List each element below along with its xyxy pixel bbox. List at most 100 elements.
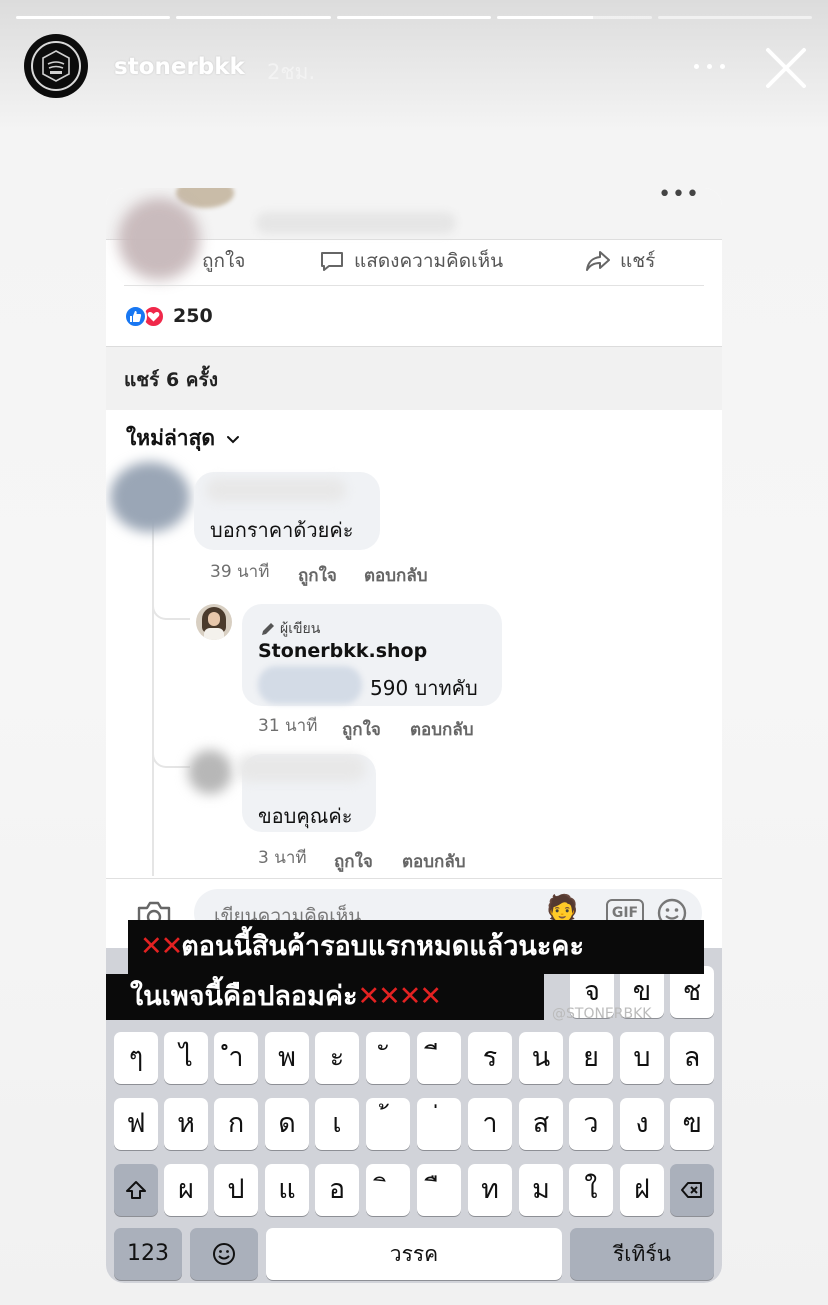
story-caption-line-2: ในเพจนี้คือปลอมค่ะ✕✕✕✕ [106,974,544,1020]
author-badge: ผู้เขียน [260,618,320,640]
author-avatar [196,604,232,640]
thumbs-up-icon [124,304,147,328]
share-button[interactable]: แชร์ [584,246,655,276]
comment-icon [321,252,343,271]
key[interactable]: เ [315,1098,359,1150]
thread-line [152,718,190,768]
post-more-icon[interactable]: ••• [658,188,700,207]
story-caption-line-1: ✕✕ตอนนี้สินค้ารอบแรกหมดแล้วนะคะ [128,920,704,974]
key[interactable]: ื [417,1164,461,1216]
thread-line [152,504,154,876]
key[interactable]: ั [366,1032,410,1084]
share-label: แชร์ [620,250,656,272]
key[interactable]: ิ [366,1164,410,1216]
comment-reply-link[interactable]: ตอบกลับ [402,848,466,875]
story-header: stonerbkk 2ชม. [24,34,808,100]
logo-icon [31,41,81,91]
key[interactable]: ี [417,1032,461,1084]
comment-button[interactable]: แสดงความคิดเห็น [318,246,503,276]
key[interactable]: แ [265,1164,309,1216]
story-progress-segment [16,16,171,19]
red-x-marks: ✕✕✕✕ [357,981,441,1012]
comment-text: บอกราคาด้วยค่ะ [210,518,354,542]
key[interactable]: ท [468,1164,512,1216]
key[interactable]: า [468,1098,512,1150]
key[interactable]: ส [519,1098,563,1150]
post-author-avatar [176,188,234,208]
blurred-avatar [118,198,200,280]
key[interactable]: ่ [417,1098,461,1150]
shared-screenshot: ••• ถูกใจ แสดงความคิดเห็น แชร์ 250 แชร์ … [106,188,722,1283]
key[interactable]: ก [214,1098,258,1150]
key[interactable]: ห [164,1098,208,1150]
commenter-avatar [110,462,190,532]
key[interactable]: ว [569,1098,613,1150]
key[interactable]: น [519,1032,563,1084]
comment-like-link[interactable]: ถูกใจ [334,848,373,875]
story-username[interactable]: stonerbkk [114,54,245,80]
key[interactable]: ล [670,1032,714,1084]
caption-text: ในเพจนี้คือปลอมค่ะ [130,981,358,1012]
comment-reply-link[interactable]: ตอบกลับ [410,716,474,743]
emoji-key[interactable] [190,1228,258,1280]
key[interactable]: ะ [315,1032,359,1084]
red-x-marks: ✕✕ [140,931,183,962]
comment-text: 590 บาทคับ [370,676,478,700]
reaction-summary[interactable]: 250 [124,300,213,332]
key[interactable]: ไ [164,1032,208,1084]
key[interactable]: อ [315,1164,359,1216]
story-progress-segment [336,16,492,19]
key[interactable]: ใ [569,1164,613,1216]
comment-sort-dropdown[interactable]: ใหม่ล่าสุด [126,422,241,455]
more-options-icon[interactable] [692,50,728,80]
key[interactable]: ำ [214,1032,258,1084]
key[interactable]: ฃ [670,1098,714,1150]
emoji-icon [213,1243,235,1265]
close-icon[interactable] [764,46,808,90]
like-button[interactable]: ถูกใจ [202,246,245,276]
space-key[interactable]: วรรค [266,1228,562,1280]
key[interactable]: ฝ [620,1164,664,1216]
key[interactable]: ้ [366,1098,410,1150]
shift-icon [126,1181,146,1199]
story-progress-segment [176,16,331,19]
story-progress-segment [497,16,652,19]
sort-label: ใหม่ล่าสุด [126,426,216,450]
key[interactable]: บ [620,1032,664,1084]
key[interactable]: ร [468,1032,512,1084]
delete-key[interactable] [670,1164,714,1216]
key[interactable]: ม [519,1164,563,1216]
comment-time: 39 นาที [210,562,270,582]
return-key[interactable]: รีเทิร์น [570,1228,714,1280]
comment-reply-link[interactable]: ตอบกลับ [364,562,428,589]
pencil-icon [262,623,274,635]
commenter-name-blurred [236,754,366,782]
comment-time: 3 นาที [258,848,307,868]
like-label: ถูกใจ [202,250,246,272]
story-progress-segment [657,16,813,19]
key[interactable]: ผ [164,1164,208,1216]
comment-label: แสดงความคิดเห็น [354,250,504,272]
author-badge-label: ผู้เขียน [280,621,321,637]
shift-key[interactable] [114,1164,158,1216]
key[interactable]: ป [214,1164,258,1216]
key[interactable]: ด [265,1098,309,1150]
commenter-name[interactable]: Stonerbkk.shop [258,640,427,662]
comment-like-link[interactable]: ถูกใจ [342,716,381,743]
caption-text: ตอนนี้สินค้ารอบแรกหมดแล้วนะคะ [181,931,584,962]
key[interactable]: ๆ [114,1032,158,1084]
shares-section: แชร์ 6 ครั้ง [106,346,722,410]
comment-like-link[interactable]: ถูกใจ [298,562,337,589]
backspace-icon [681,1182,702,1198]
key[interactable]: พ [265,1032,309,1084]
divider [124,285,704,286]
comment-text: ขอบคุณค่ะ [258,804,353,828]
numbers-key[interactable]: 123 [114,1228,182,1280]
commenter-name-blurred [206,478,346,502]
key[interactable]: ฟ [114,1098,158,1150]
key[interactable]: ย [569,1032,613,1084]
watermark: @STONERBKK [552,1006,652,1022]
story-avatar[interactable] [24,34,88,98]
key[interactable]: ง [620,1098,664,1150]
shares-count[interactable]: แชร์ 6 ครั้ง [124,365,218,395]
